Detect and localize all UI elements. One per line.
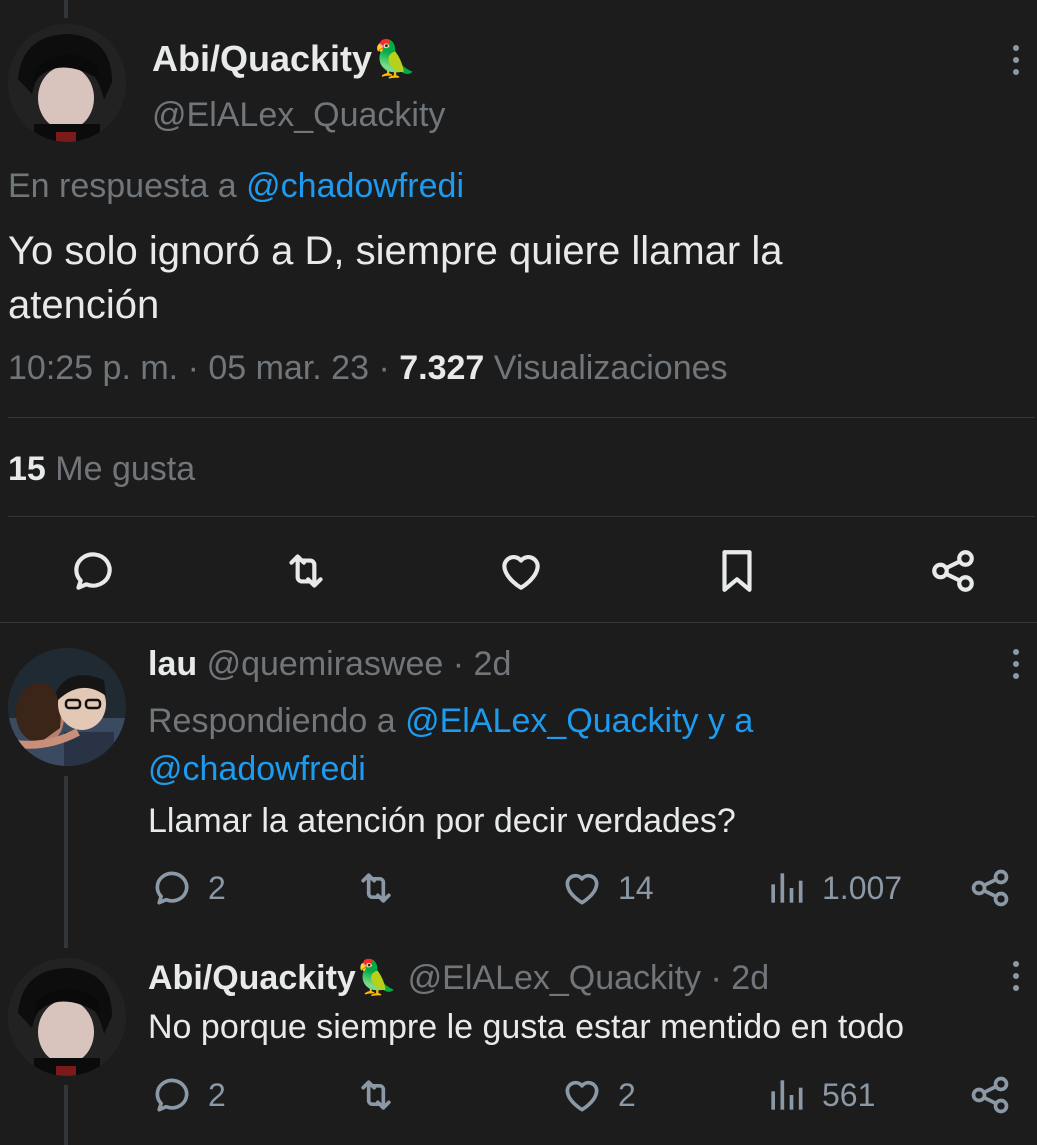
tweet-text-line2: atención <box>8 283 160 327</box>
reply-prefix: En respuesta a <box>8 167 237 205</box>
like-icon[interactable] <box>496 546 546 596</box>
meta-separator-2: · <box>378 349 390 387</box>
reply2-reply-action[interactable]: 2 <box>150 1073 226 1117</box>
like-icon <box>565 1080 599 1112</box>
reply2-like-count: 2 <box>618 1076 636 1113</box>
retweet-icon <box>361 1080 391 1110</box>
author-name-row[interactable]: Abi/Quackity🦜 <box>152 38 417 80</box>
reply1-age[interactable]: · 2d <box>453 645 512 683</box>
views-label[interactable]: Visualizaciones <box>494 349 728 387</box>
reply2-more-options-icon[interactable] <box>1008 956 1024 996</box>
retweet-icon[interactable] <box>280 546 332 596</box>
reply1-more-options-icon[interactable] <box>1008 644 1024 684</box>
likes-label[interactable]: Me gusta <box>55 450 195 488</box>
reply2-display-name[interactable]: Abi/Quackity <box>148 959 356 997</box>
reply1-like-count: 14 <box>618 869 654 906</box>
likes-summary[interactable]: 15 Me gusta <box>8 450 195 489</box>
reply1-context: Respondiendo a @ElALex_Quackity y a @cha… <box>148 697 753 793</box>
divider-2 <box>8 516 1035 517</box>
reply2-share-action[interactable] <box>968 1073 1012 1117</box>
reply1-like-action[interactable]: 14 <box>560 866 654 910</box>
likes-count[interactable]: 15 <box>8 450 46 488</box>
reply2-header: Abi/Quackity🦜 @ElALex_Quackity · 2d <box>148 958 769 998</box>
tweet-time[interactable]: 10:25 p. m. <box>8 349 178 387</box>
author-handle[interactable]: @ElALex_Quackity <box>152 96 445 135</box>
tweet-date[interactable]: 05 mar. 23 <box>208 349 369 387</box>
reply-context: En respuesta a @chadowfredi <box>8 167 464 206</box>
views-icon <box>771 873 803 903</box>
parrot-emoji-icon: 🦜 <box>355 959 399 997</box>
tweet-meta: 10:25 p. m. · 05 mar. 23 · 7.327 Visuali… <box>8 349 728 388</box>
views-icon <box>771 1080 803 1110</box>
avatar-lau[interactable] <box>8 648 126 766</box>
reply1-retweet-action[interactable] <box>354 866 398 910</box>
retweet-icon <box>361 873 391 903</box>
thread-line-top <box>64 0 68 18</box>
avatar-abi[interactable] <box>8 24 126 142</box>
views-count[interactable]: 7.327 <box>399 349 484 387</box>
reply1-and: y a <box>707 702 754 740</box>
meta-separator-1: · <box>187 349 199 387</box>
share-icon[interactable] <box>928 546 978 596</box>
parrot-emoji-icon: 🦜 <box>372 38 417 79</box>
reply1-handle[interactable]: @quemiraswee <box>207 645 444 683</box>
reply-icon[interactable] <box>68 546 118 596</box>
reply1-mention-2[interactable]: @chadowfredi <box>148 745 753 793</box>
tweet-text: Yo solo ignoró a D, siempre quiere llama… <box>8 224 782 332</box>
thread-line-reply <box>64 776 68 948</box>
reply1-display-name[interactable]: lau <box>148 645 197 683</box>
reply2-reply-count: 2 <box>208 1076 226 1113</box>
reply1-share-action[interactable] <box>968 866 1012 910</box>
thread-line-bottom <box>64 1085 68 1145</box>
reply1-header: lau @quemiraswee · 2d <box>148 645 511 684</box>
reply1-views-count: 1.007 <box>822 869 903 906</box>
reply2-views-count: 561 <box>822 1076 876 1113</box>
share-icon <box>971 869 1009 907</box>
reply1-replying-prefix: Respondiendo a <box>148 702 396 740</box>
reply2-views-action[interactable]: 561 <box>764 1073 875 1117</box>
reply2-text: No porque siempre le gusta estar mentido… <box>148 1008 905 1046</box>
avatar-abi-reply[interactable] <box>8 958 126 1076</box>
tweet-text-line1: Yo solo ignoró a D, siempre quiere llama… <box>8 229 783 273</box>
divider-1 <box>8 417 1035 418</box>
reply1-mention-1[interactable]: @ElALex_Quackity <box>405 702 698 740</box>
reply1-reply-action[interactable]: 2 <box>150 866 226 910</box>
reply1-reply-count: 2 <box>208 869 226 906</box>
reply-mention-link[interactable]: @chadowfredi <box>246 167 464 205</box>
share-icon <box>971 1076 1009 1114</box>
reply2-retweet-action[interactable] <box>354 1073 398 1117</box>
reply2-like-action[interactable]: 2 <box>560 1073 636 1117</box>
reply2-age[interactable]: · 2d <box>711 959 770 997</box>
reply2-handle[interactable]: @ElALex_Quackity <box>408 959 701 997</box>
divider-3 <box>0 622 1037 623</box>
reply1-views-action[interactable]: 1.007 <box>764 866 902 910</box>
author-display-name[interactable]: Abi/Quackity <box>152 38 372 79</box>
more-options-icon[interactable] <box>1008 40 1024 80</box>
bookmark-icon[interactable] <box>712 546 762 596</box>
reply-icon <box>155 871 189 905</box>
reply1-text: Llamar la atención por decir verdades? <box>148 802 736 840</box>
like-icon <box>565 873 599 905</box>
reply-icon <box>155 1078 189 1112</box>
